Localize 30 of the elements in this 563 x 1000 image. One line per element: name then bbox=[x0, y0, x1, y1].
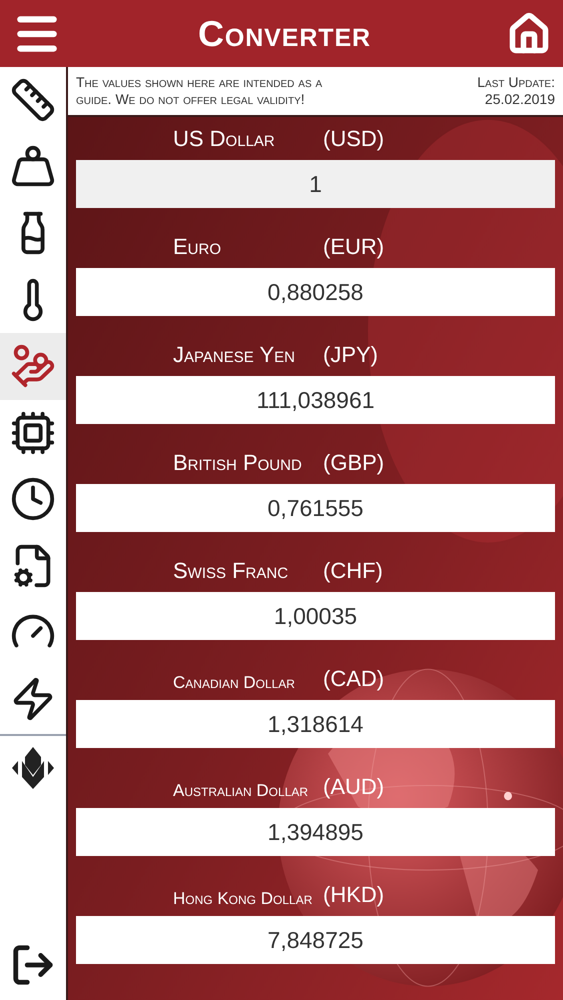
amount-field[interactable]: 1,394895 bbox=[76, 808, 555, 856]
logo-icon bbox=[10, 747, 56, 789]
amount-field[interactable]: 0,880258 bbox=[76, 268, 555, 316]
currency-code: (JPY) bbox=[323, 341, 378, 369]
amount-field[interactable]: 0,761555 bbox=[76, 484, 555, 532]
amount-field[interactable]: 1 bbox=[76, 160, 555, 208]
currency-code: (CHF) bbox=[323, 557, 383, 585]
currency-code: (HKD) bbox=[323, 881, 384, 909]
currency-code: (GBP) bbox=[323, 449, 384, 477]
currency-name: Japanese Yen bbox=[173, 341, 296, 369]
disclaimer-text: The values shown here are intended as a guide. We do not offer legal validity! bbox=[76, 74, 324, 108]
currency-name: Swiss Franc bbox=[173, 557, 290, 585]
currency-name: Canadian Dollar bbox=[173, 672, 296, 694]
currency-code: (AUD) bbox=[323, 773, 384, 801]
currency-name: Australian Dollar bbox=[173, 780, 310, 802]
last-update-date: 25.02.2019 bbox=[484, 91, 555, 108]
page-title: Converter bbox=[198, 12, 371, 56]
currency-name: British Pound bbox=[173, 449, 303, 477]
currency-code: (CAD) bbox=[323, 665, 384, 693]
currency-name: US Dollar bbox=[173, 125, 276, 153]
amount-field[interactable]: 1,318614 bbox=[76, 700, 555, 748]
amount-field[interactable]: 7,848725 bbox=[76, 916, 555, 964]
amount-field[interactable]: 111,038961 bbox=[76, 376, 555, 424]
last-update-label: Last Update: bbox=[477, 74, 555, 91]
currency-name: Euro bbox=[173, 233, 222, 261]
currency-code: (USD) bbox=[323, 125, 384, 153]
amount-field[interactable]: 1,00035 bbox=[76, 592, 555, 640]
currency-name: Hong Kong Dollar bbox=[173, 888, 314, 910]
hand-coins-icon[interactable] bbox=[0, 333, 66, 400]
currency-code: (EUR) bbox=[323, 233, 384, 261]
